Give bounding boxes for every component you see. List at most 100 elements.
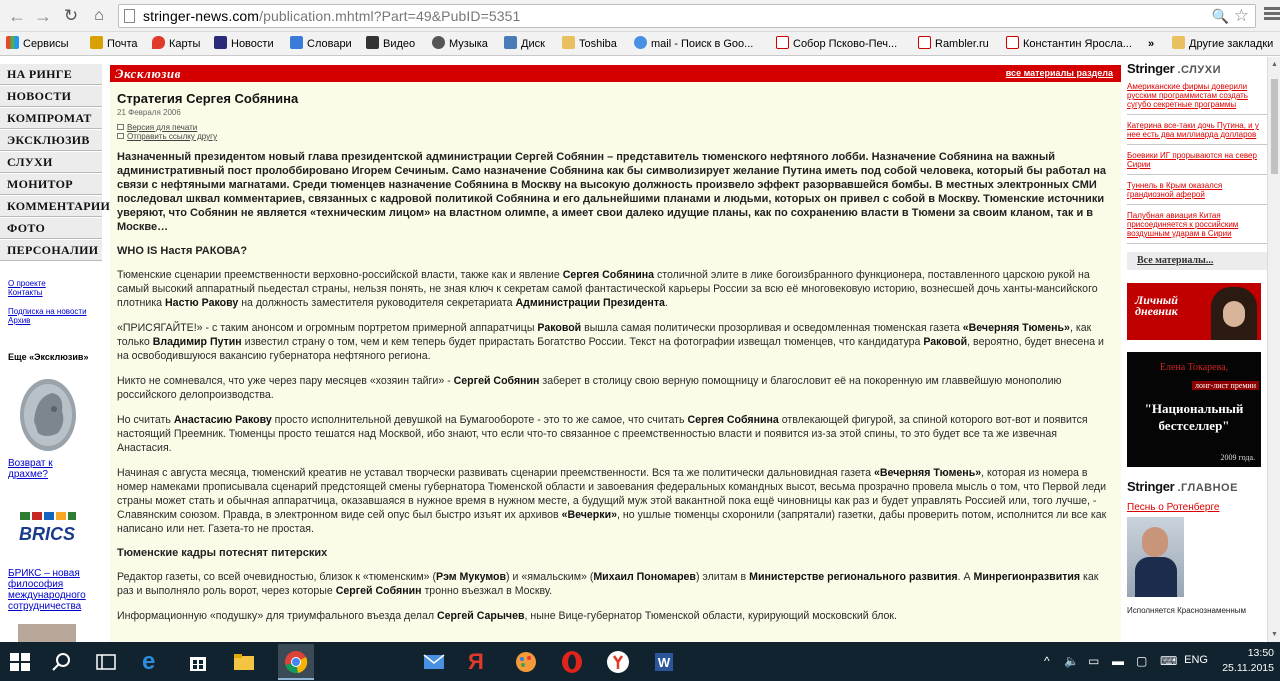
archive-link[interactable]: Архив [8,316,102,325]
battery-icon[interactable]: ▬ [1112,654,1124,668]
article-lead: Назначенный президентом новый глава през… [117,151,1107,233]
person-thumbnail[interactable] [18,624,76,642]
back-icon[interactable]: ← [6,5,28,27]
bookmark-news[interactable]: Новости [214,36,274,52]
brics-logo[interactable]: BRICS [16,500,78,564]
bookmark-mail[interactable]: Почта [90,36,138,52]
bookmark-rambler[interactable]: Rambler.ru [918,36,989,52]
paint-icon[interactable] [514,650,538,674]
yandex-icon [776,36,789,49]
input-language[interactable]: ENG [1184,654,1208,666]
store-icon[interactable] [186,650,210,674]
bookmark-disk[interactable]: Диск [504,36,545,52]
brics-caption-link[interactable]: БРИКС – новая философия международного с… [8,568,100,612]
article-subheading: Тюменские кадры потеснят питерских [117,547,328,559]
search-icon[interactable] [50,650,74,674]
nav-item-photo[interactable]: ФОТО [0,217,102,239]
bookmark-toshiba[interactable]: Toshiba [562,36,617,52]
address-bar[interactable]: stringer-news.com/publication.mhtml?Part… [118,4,1256,28]
article-date: 21 Февраля 2006 [117,108,181,117]
clock-date: 25.11.2015 [1222,662,1274,674]
article-paragraph: «ПРИСЯГАЙТЕ!» - с таким анонсом и огромн… [117,322,1104,362]
folder-icon [1172,36,1185,49]
task-view-icon[interactable] [94,650,118,674]
section-title: Эксклюзив [115,66,181,81]
keyboard-icon[interactable]: ⌨ [1160,654,1177,668]
send-link[interactable]: Отправить ссылку другу [127,132,217,141]
chrome-menu-icon[interactable] [1264,6,1280,24]
personal-diary-banner[interactable]: Личный дневник [1127,283,1261,340]
clock-time: 13:50 [1247,647,1274,659]
scroll-up-icon[interactable]: ▲ [1271,61,1278,68]
rotenberg-caption: Исполняется Краснознаменным [1127,606,1246,615]
yandex-icon [1006,36,1019,49]
reload-icon[interactable]: ↻ [60,5,82,27]
browser-toolbar: ← → ↻ ⌂ stringer-news.com/publication.mh… [0,0,1280,32]
nav-item-rumors[interactable]: СЛУХИ [0,151,102,173]
contacts-link[interactable]: Контакты [8,288,102,297]
print-version-link[interactable]: Версия для печати [127,123,197,132]
book-author: Елена Токарева, [1159,362,1229,373]
coin-caption-link[interactable]: Возврат к драхме? [8,458,78,480]
show-hidden-icons-icon[interactable]: ^ [1044,654,1050,668]
all-section-materials-link[interactable]: все материалы раздела [1006,68,1113,78]
word-icon[interactable]: W [652,650,676,674]
subscribe-link[interactable]: Подписка на новости [8,307,102,316]
url-path: /publication.mhtml?Part=49&PubID=5351 [259,8,521,24]
nav-item-ring[interactable]: НА РИНГЕ [0,63,102,85]
book-banner[interactable]: Елена Токарева, лонг-лист премии "Национ… [1127,352,1261,467]
left-links: О проекте Контакты Подписка на новости А… [8,279,102,325]
bookmark-maps[interactable]: Карты [152,36,200,52]
mail-icon [90,36,103,49]
nav-item-news[interactable]: НОВОСТИ [0,85,102,107]
rumor-link[interactable]: Боевики ИГ прорываются на север Сирии [1127,151,1267,175]
bookmark-konstantin[interactable]: Константин Яросла... [1006,36,1132,52]
network-icon[interactable]: ▭ [1088,654,1099,668]
nav-item-kompromat[interactable]: КОМПРОМАТ [0,107,102,129]
page-scrollbar[interactable]: ▲ ▼ [1267,57,1280,642]
nav-item-exclusive[interactable]: ЭКСКЛЮЗИВ [0,129,102,151]
bookmark-pskov[interactable]: Собор Псково-Печ... [776,36,897,52]
rotenberg-photo[interactable] [1127,517,1184,597]
forward-icon[interactable]: → [32,5,54,27]
bookmarks-overflow[interactable]: » [1148,36,1154,52]
rumor-link[interactable]: Палубная авиация Китая присоединяется к … [1127,211,1267,244]
bookmark-dictionaries[interactable]: Словари [290,36,352,52]
mail-app-icon[interactable] [422,650,446,674]
file-explorer-icon[interactable] [232,650,256,674]
video-icon [366,36,379,49]
yandex-browser-icon[interactable]: Я [468,650,492,674]
nav-item-monitor[interactable]: МОНИТОР [0,173,102,195]
bookmark-music[interactable]: Музыка [432,36,488,52]
chrome-taskbar-button[interactable] [278,644,314,680]
scroll-down-icon[interactable]: ▼ [1271,631,1278,638]
dictionary-icon [290,36,303,49]
rumor-link[interactable]: Туннель в Крым оказался грандиозной афер… [1127,181,1267,205]
rumor-link[interactable]: Американские фирмы доверили русским прог… [1127,82,1267,115]
edge-browser-icon[interactable]: e [142,650,166,674]
clock[interactable]: 13:50 25.11.2015 [1222,646,1274,676]
bookmark-star-icon[interactable]: ☆ [1234,6,1249,26]
apps-grid-icon [6,36,19,49]
windows-start-icon[interactable] [8,650,32,674]
bookmark-video[interactable]: Видео [366,36,415,52]
system-tray: ^ 🔈 ▭ ▬ ▢ ⌨ ENG 13:50 25.11.2015 [1040,642,1280,681]
scrollbar-thumb[interactable] [1271,79,1278,174]
article-paragraph: Информационную «подушку» для триумфально… [117,610,897,622]
all-materials-link[interactable]: Все материалы... [1127,252,1267,270]
opera-icon[interactable] [560,650,584,674]
rumor-link[interactable]: Катерина все-таки дочь Путина, и у нее е… [1127,121,1267,145]
nav-item-persons[interactable]: ПЕРСОНАЛИИ [0,239,102,261]
coin-image[interactable] [18,377,78,453]
about-link[interactable]: О проекте [8,279,102,288]
notification-icon[interactable]: ▢ [1136,654,1147,668]
bookmark-services[interactable]: Сервисы [6,36,69,52]
bookmark-google-search[interactable]: mail - Поиск в Goo... [634,36,753,52]
rotenberg-song-link[interactable]: Песнь о Ротенберге [1127,502,1267,513]
nav-item-comments[interactable]: КОММЕНТАРИИ [0,195,110,217]
zoom-icon[interactable]: 🔍 [1212,8,1229,25]
yandex-icon[interactable] [606,650,630,674]
home-icon[interactable]: ⌂ [88,5,110,27]
volume-icon[interactable]: 🔈 [1064,654,1079,668]
bookmark-other[interactable]: Другие закладки [1172,36,1273,52]
